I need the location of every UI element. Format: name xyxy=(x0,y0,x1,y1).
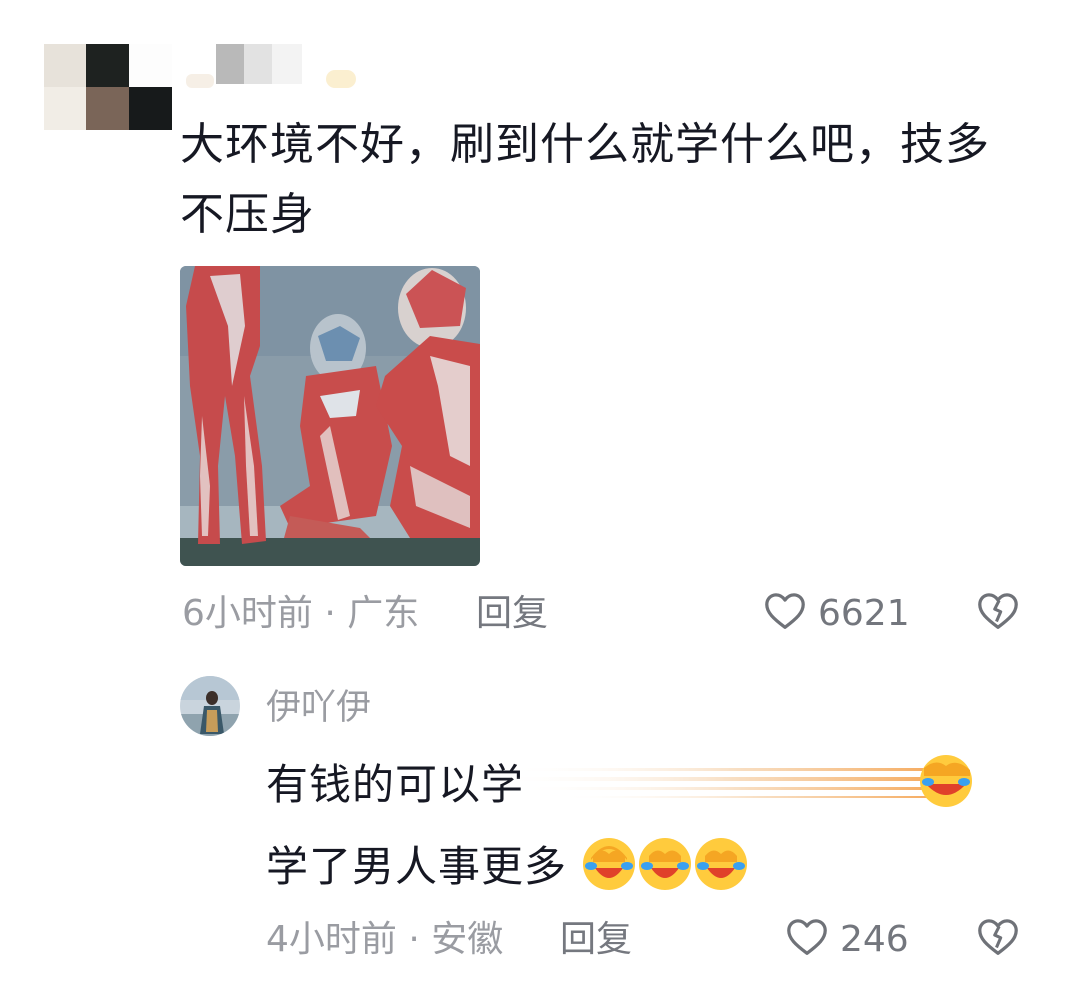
reply-button[interactable]: 回复 xyxy=(476,594,548,634)
reply-line2: 学了男人事更多 xyxy=(266,836,749,903)
reply-meta: 4小时前 · 安徽 xyxy=(266,920,503,960)
face-with-tears-emoji xyxy=(637,836,693,903)
reply-like-count: 246 xyxy=(840,919,909,960)
face-with-tears-emoji xyxy=(581,836,637,903)
face-with-tears-emoji xyxy=(693,836,749,903)
meta-separator: · xyxy=(312,593,348,634)
like-count: 6621 xyxy=(818,593,910,634)
comment-location: 广东 xyxy=(347,593,420,634)
meta-separator: · xyxy=(396,919,432,960)
comment-meta: 6小时前 · 广东 xyxy=(182,594,419,634)
comment-gif-image[interactable] xyxy=(180,266,480,566)
broken-heart-icon[interactable] xyxy=(974,588,1022,634)
reply-username[interactable]: 伊吖伊 xyxy=(266,686,371,730)
reply-line2-text: 学了男人事更多 xyxy=(266,842,568,891)
username-pixelated[interactable] xyxy=(186,44,358,88)
comment-time: 6小时前 xyxy=(182,593,313,634)
comment-text: 大环境不好，刷到什么就学什么吧，技多不压身 xyxy=(180,119,990,240)
reply-line1: 有钱的可以学 xyxy=(266,760,524,810)
reply-reply-button[interactable]: 回复 xyxy=(560,920,632,960)
heart-outline-icon[interactable] xyxy=(784,914,830,960)
reply-avatar[interactable] xyxy=(180,676,240,736)
reply-line1-text: 有钱的可以学 xyxy=(266,760,525,809)
avatar[interactable] xyxy=(44,44,172,130)
reply-location: 安徽 xyxy=(431,919,504,960)
dashing-laughing-emoji xyxy=(496,750,976,812)
reply-time: 4小时前 xyxy=(266,919,397,960)
heart-outline-icon[interactable] xyxy=(762,588,808,634)
broken-heart-icon[interactable] xyxy=(974,914,1022,960)
